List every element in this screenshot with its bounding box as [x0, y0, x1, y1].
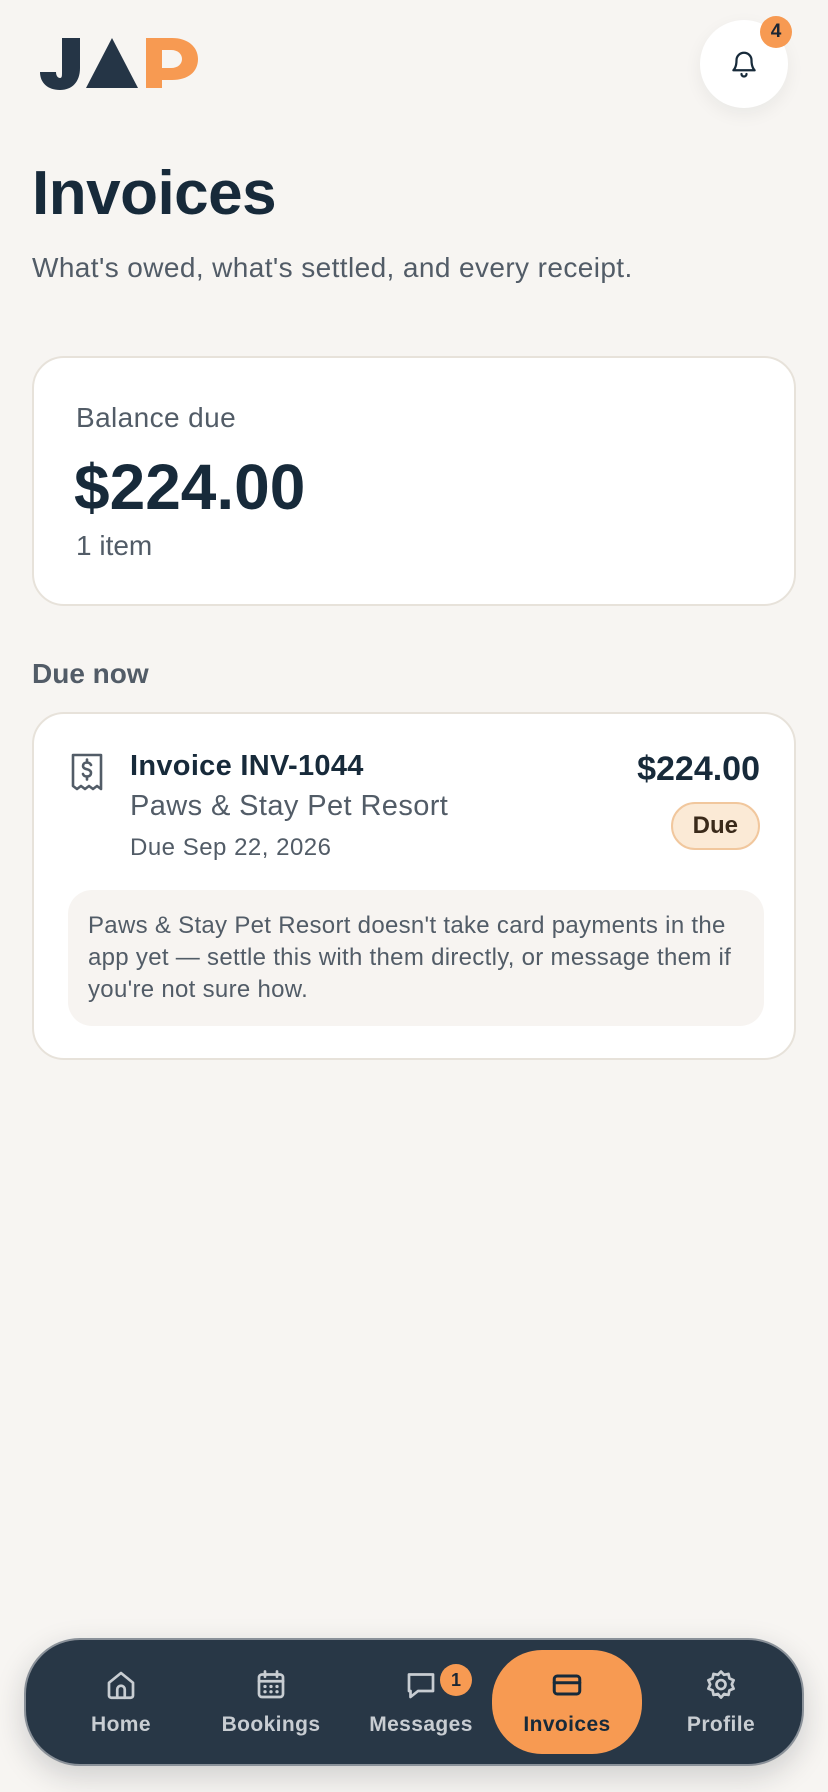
messages-count-badge: 1 [440, 1664, 472, 1696]
nav-item-profile[interactable]: Profile [646, 1650, 796, 1754]
nav-item-invoices[interactable]: Invoices [492, 1650, 642, 1754]
invoice-due-date: Due Sep 22, 2026 [130, 834, 332, 861]
nav-label-invoices: Invoices [523, 1713, 611, 1736]
invoice-title: Invoice INV-1044 [130, 750, 364, 782]
balance-item-count: 1 item [76, 530, 153, 561]
invoice-vendor: Paws & Stay Pet Resort [130, 790, 449, 822]
jap-logo [40, 38, 198, 90]
notifications-count-badge: 4 [760, 16, 792, 48]
nav-item-messages[interactable]: Messages 1 [346, 1650, 496, 1754]
receipt-icon [71, 753, 103, 791]
invoices-screen: 4 Invoices What's owed, what's settled, … [0, 0, 828, 1792]
nav-item-bookings[interactable]: Bookings [196, 1650, 346, 1754]
chat-bubble-icon [407, 1673, 435, 1699]
invoice-amount: $224.00 [637, 750, 760, 788]
page-subtitle: What's owed, what's settled, and every r… [32, 252, 633, 283]
bottom-nav: Home Bookings Messages 1 Invoices Profil… [24, 1638, 804, 1766]
balance-label: Balance due [76, 402, 237, 433]
page-title: Invoices [32, 159, 277, 228]
nav-label-messages: Messages [369, 1713, 473, 1736]
nav-label-home: Home [91, 1713, 151, 1736]
gear-icon [707, 1670, 735, 1699]
payment-note: Paws & Stay Pet Resort doesn't take card… [68, 890, 764, 1026]
balance-amount: $224.00 [74, 451, 306, 523]
section-label-due-now: Due now [32, 658, 149, 689]
balance-card: Balance due $224.00 1 item [32, 356, 796, 606]
bell-icon [732, 51, 756, 78]
home-icon [107, 1671, 135, 1700]
status-badge: Due [670, 802, 760, 850]
credit-card-icon [552, 1674, 582, 1696]
nav-item-home[interactable]: Home [46, 1650, 196, 1754]
calendar-icon [257, 1670, 285, 1699]
nav-label-profile: Profile [686, 1713, 756, 1736]
invoice-card[interactable]: Invoice INV-1044 Paws & Stay Pet Resort … [32, 712, 796, 1060]
nav-label-bookings: Bookings [221, 1713, 321, 1736]
